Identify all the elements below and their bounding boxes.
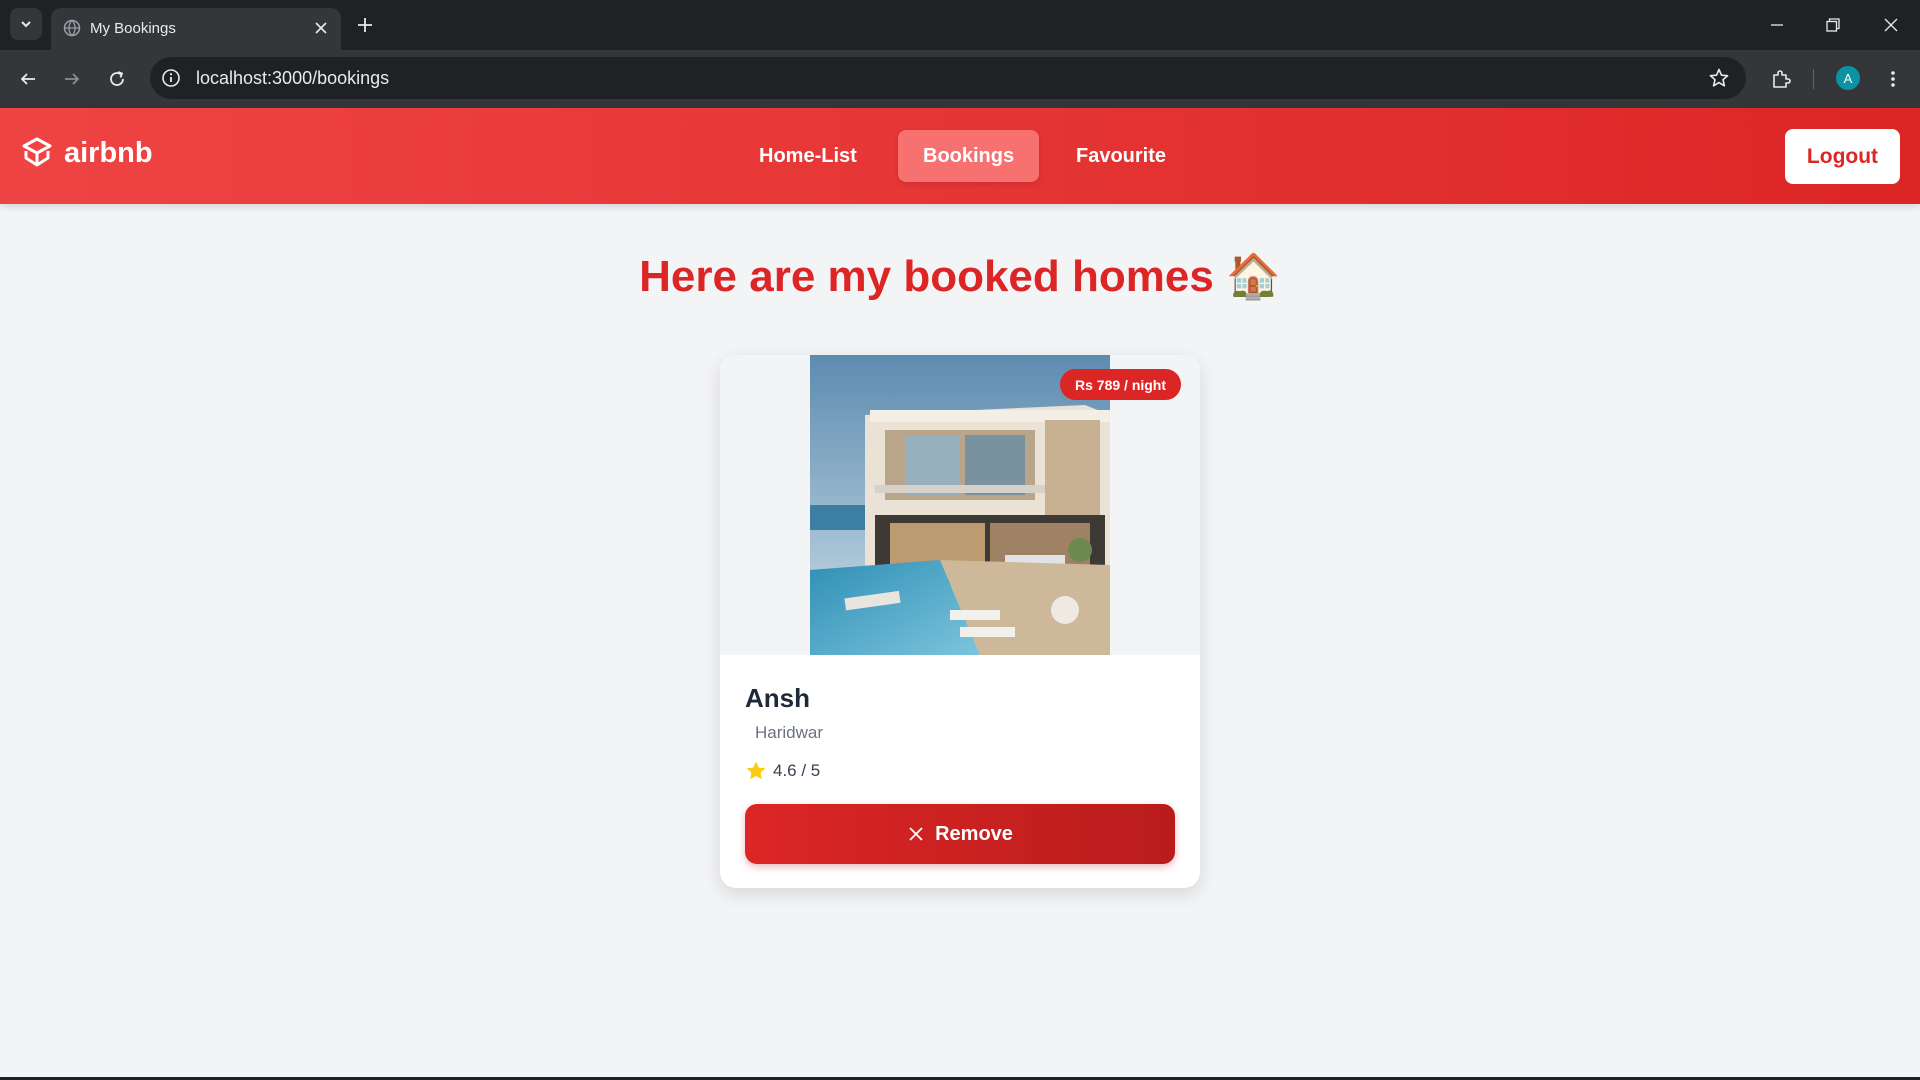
price-badge: Rs 789 / night [1060,369,1182,400]
restore-icon [1826,18,1840,32]
tab-search-button[interactable] [10,8,42,40]
back-arrow-icon [20,73,35,85]
logo-icon [22,137,52,167]
logout-button[interactable]: Logout [1785,129,1900,184]
browser-tab-bar: My Bookings [0,0,1920,50]
plus-icon [358,18,372,32]
restore-button[interactable] [1818,10,1848,40]
forward-arrow-icon [65,73,80,85]
profile-avatar[interactable]: A [1836,66,1860,90]
app-header: airbnb Home-List Bookings Favourite Logo… [0,108,1920,204]
chevron-down-icon [21,21,31,28]
address-bar[interactable]: localhost:3000/bookings [150,57,1746,99]
extensions-icon [1773,70,1791,88]
url-text[interactable]: localhost:3000/bookings [196,68,389,89]
browser-menu-button[interactable] [1878,64,1908,94]
back-button[interactable] [13,64,43,94]
bookmark-star-icon[interactable] [1708,67,1730,89]
nav-favourite[interactable]: Favourite [1051,130,1191,182]
home-rating: 4.6 / 5 [745,760,820,782]
minimize-icon [1771,24,1783,26]
close-icon [1884,18,1898,32]
new-tab-button[interactable] [352,12,378,38]
tab-title: My Bookings [90,20,176,37]
star-icon [746,761,766,780]
close-window-button[interactable] [1876,10,1906,40]
card-media: Rs 789 / night [720,355,1200,655]
logo-text: airbnb [64,136,153,169]
close-icon [315,22,327,34]
nav-bookings[interactable]: Bookings [898,130,1040,182]
home-location: Haridwar [755,723,824,742]
info-icon[interactable] [160,67,182,89]
page-title: Here are my booked homes 🏠 [639,252,1281,301]
tab-close-button[interactable] [310,17,332,39]
globe-icon [63,19,81,37]
browser-tab[interactable]: My Bookings [51,8,341,50]
reload-button[interactable] [102,64,132,94]
logo-link[interactable]: airbnb [20,136,153,170]
remove-booking-button[interactable]: Remove [745,804,1175,864]
home-name: Ansh [745,683,810,713]
extensions-button[interactable] [1766,64,1796,94]
forward-button[interactable] [57,64,87,94]
toolbar-divider [1813,69,1814,89]
remove-button-label: Remove [935,822,1013,845]
nav-home-list[interactable]: Home-List [734,130,882,182]
minimize-button[interactable] [1762,10,1792,40]
booking-card: Rs 789 / night Ansh Haridwar 4.6 / 5 Rem… [720,355,1200,888]
browser-toolbar: localhost:3000/bookings A [0,50,1920,108]
reload-icon [110,71,124,86]
rating-value: 4.6 / 5 [773,761,821,780]
kebab-menu-icon [1891,71,1895,87]
home-photo [810,355,1110,655]
remove-x-icon [909,827,923,841]
